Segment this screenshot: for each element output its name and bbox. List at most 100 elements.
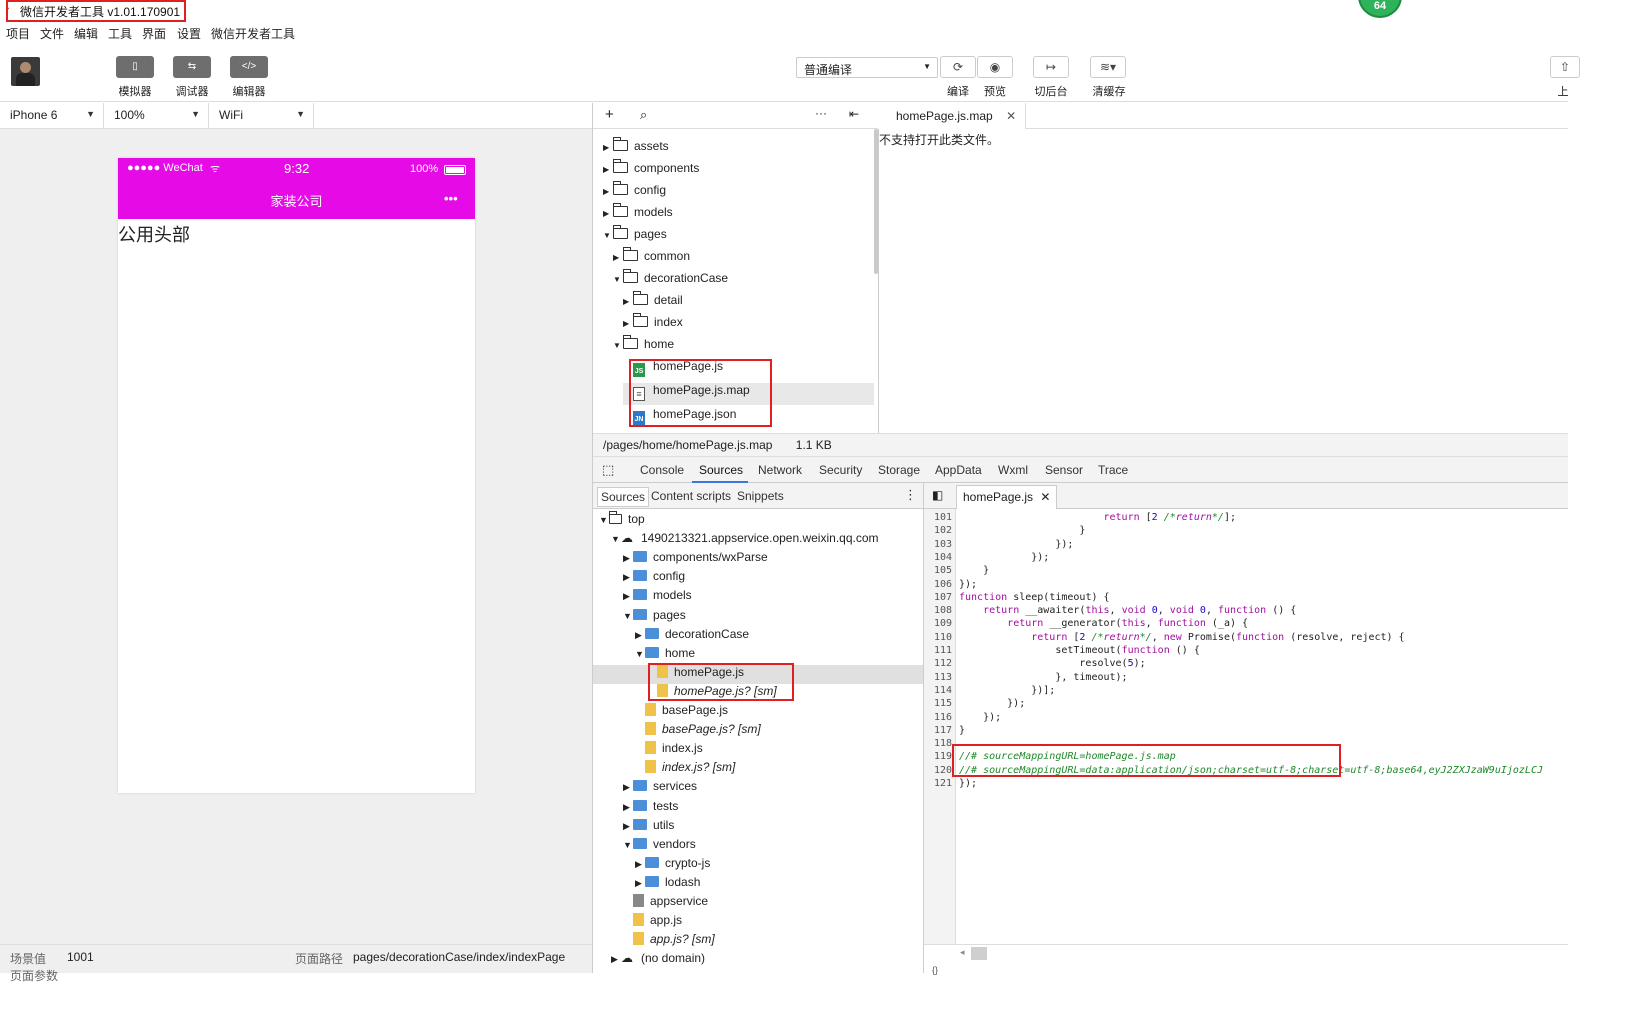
tab-console[interactable]: Console (640, 463, 684, 477)
caret-right-icon[interactable]: ▶ (635, 859, 645, 870)
zoom-select[interactable]: 100% ▼ (104, 103, 209, 129)
source-tree-item[interactable]: ▶ services (593, 779, 697, 798)
more-icon[interactable]: ••• (444, 191, 458, 206)
menu-edit[interactable]: 编辑 (74, 25, 98, 42)
close-icon[interactable]: ✕ (1040, 490, 1050, 504)
caret-right-icon[interactable]: ▶ (623, 572, 633, 583)
add-icon[interactable]: + (605, 106, 614, 123)
search-icon[interactable]: ⌕ (640, 107, 647, 123)
source-tree-item[interactable]: app.js (593, 913, 682, 932)
source-tree-item[interactable]: ▶ components/wxParse (593, 550, 768, 569)
folder-item[interactable]: ▶ detail (623, 291, 683, 315)
folder-item[interactable]: ▶ components (603, 159, 699, 183)
subtab-snippets[interactable]: Snippets (737, 489, 784, 503)
source-tree-item[interactable]: ▶ decorationCase (593, 627, 749, 646)
editor-button[interactable]: </> (230, 56, 268, 78)
menu-settings[interactable]: 设置 (177, 25, 201, 42)
preview-button[interactable]: ◉ (977, 56, 1013, 78)
folder-item[interactable]: ▶ config (603, 181, 666, 205)
caret-right-icon[interactable]: ▶ (611, 954, 621, 965)
caret-right-icon[interactable]: ▶ (635, 878, 645, 889)
tab-security[interactable]: Security (819, 463, 862, 477)
file-item[interactable]: JS homePage.js (623, 359, 723, 381)
source-tree-item[interactable]: homePage.js (593, 664, 923, 684)
source-tree-item[interactable]: app.js? [sm] (593, 932, 715, 951)
toggle-navigator-icon[interactable]: ◧ (932, 488, 943, 502)
upload-button[interactable]: ⇧ (1550, 56, 1580, 78)
kebab-menu-icon[interactable]: ⋮ (904, 487, 917, 503)
caret-right-icon[interactable]: ▶ (623, 319, 633, 328)
caret-down-icon[interactable]: ▼ (613, 341, 623, 350)
compile-button[interactable]: ⟳ (940, 56, 976, 78)
tab-storage[interactable]: Storage (878, 463, 920, 477)
tab-sources[interactable]: Sources (699, 463, 743, 477)
scroll-left-icon[interactable]: ◂ (960, 947, 965, 958)
source-tree-item[interactable]: appservice (593, 894, 708, 913)
source-tree-item[interactable]: ▼ pages (593, 608, 686, 627)
caret-right-icon[interactable]: ▶ (613, 253, 623, 262)
caret-right-icon[interactable]: ▶ (623, 821, 633, 832)
subtab-content-scripts[interactable]: Content scripts (651, 489, 731, 503)
network-select[interactable]: WiFi ▼ (209, 103, 314, 129)
caret-down-icon[interactable]: ▼ (603, 231, 613, 240)
source-tree-item[interactable]: ▼☁ 1490213321.appservice.open.weixin.qq.c… (593, 531, 879, 550)
caret-right-icon[interactable]: ▶ (623, 802, 633, 813)
source-tree-item[interactable]: basePage.js? [sm] (593, 722, 761, 741)
source-tree-item[interactable]: ▼ vendors (593, 837, 696, 856)
close-icon[interactable]: ✕ (1006, 109, 1016, 123)
menu-wechat-devtools[interactable]: 微信开发者工具 (211, 25, 295, 42)
source-tree-item[interactable]: ▶ models (593, 588, 692, 607)
caret-right-icon[interactable]: ▶ (603, 209, 613, 218)
file-item[interactable]: ≡ homePage.js.map (623, 383, 874, 405)
folder-item[interactable]: ▶ common (613, 247, 690, 271)
caret-down-icon[interactable]: ▼ (623, 840, 633, 850)
source-tree-item[interactable]: ▶ config (593, 569, 685, 588)
more-icon[interactable]: ··· (815, 106, 827, 120)
source-tree-item[interactable]: index.js (593, 741, 703, 760)
source-tree-item[interactable]: ▼ top (593, 511, 645, 531)
debugger-button[interactable]: ⇆ (173, 56, 211, 78)
background-button[interactable]: ↦ (1033, 56, 1069, 78)
format-icon[interactable]: {} (932, 965, 938, 975)
scroll-thumb[interactable] (971, 947, 987, 960)
caret-right-icon[interactable]: ▶ (635, 630, 645, 641)
folder-item[interactable]: ▼ home (613, 335, 674, 359)
clear-cache-button[interactable]: ≋▾ (1090, 56, 1126, 78)
folder-item[interactable]: ▶ models (603, 203, 673, 227)
collapse-panel-icon[interactable]: ⇤ (849, 107, 859, 121)
menu-file[interactable]: 文件 (40, 25, 64, 42)
caret-right-icon[interactable]: ▶ (623, 782, 633, 793)
source-tree-item[interactable]: basePage.js (593, 703, 728, 722)
caret-down-icon[interactable]: ▼ (623, 611, 633, 621)
folder-item[interactable]: ▼ pages (603, 225, 667, 249)
source-tree-item[interactable]: ▶ lodash (593, 875, 700, 894)
inspect-icon[interactable]: ⬚ (602, 462, 614, 478)
source-tree-item[interactable]: ▶ utils (593, 818, 674, 837)
source-tree-item[interactable]: ▶ ☁ (no domain) (593, 951, 705, 970)
caret-down-icon[interactable]: ▼ (635, 649, 645, 659)
simulator-button[interactable]: ▯ (116, 56, 154, 78)
source-tree-item[interactable]: ▶ crypto-js (593, 856, 710, 875)
tab-network[interactable]: Network (758, 463, 802, 477)
caret-right-icon[interactable]: ▶ (623, 553, 633, 564)
caret-down-icon[interactable]: ▼ (611, 534, 621, 544)
caret-right-icon[interactable]: ▶ (603, 165, 613, 174)
source-tree-item[interactable]: ▶ tests (593, 799, 678, 818)
caret-right-icon[interactable]: ▶ (623, 297, 633, 306)
code-view[interactable]: 101 102 103 104 105 106 107 108 109 110 111 112 113 1… (923, 509, 1568, 944)
caret-right-icon[interactable]: ▶ (603, 143, 613, 152)
tab-appdata[interactable]: AppData (935, 463, 982, 477)
avatar[interactable] (11, 57, 40, 86)
tab-wxml[interactable]: Wxml (998, 463, 1028, 477)
caret-down-icon[interactable]: ▼ (599, 515, 609, 525)
source-tree-item[interactable]: index.js? [sm] (593, 760, 735, 779)
device-select[interactable]: iPhone 6 ▼ (0, 103, 104, 129)
folder-item[interactable]: ▶ assets (603, 137, 669, 161)
menu-view[interactable]: 界面 (142, 25, 166, 42)
folder-item[interactable]: ▶ index (623, 313, 683, 337)
editor-tab[interactable]: homePage.js.map ✕ (878, 103, 1026, 129)
caret-right-icon[interactable]: ▶ (603, 187, 613, 196)
code-tab[interactable]: homePage.js ✕ (956, 485, 1058, 509)
menu-project[interactable]: 项目 (6, 25, 30, 42)
caret-down-icon[interactable]: ▼ (613, 275, 623, 284)
